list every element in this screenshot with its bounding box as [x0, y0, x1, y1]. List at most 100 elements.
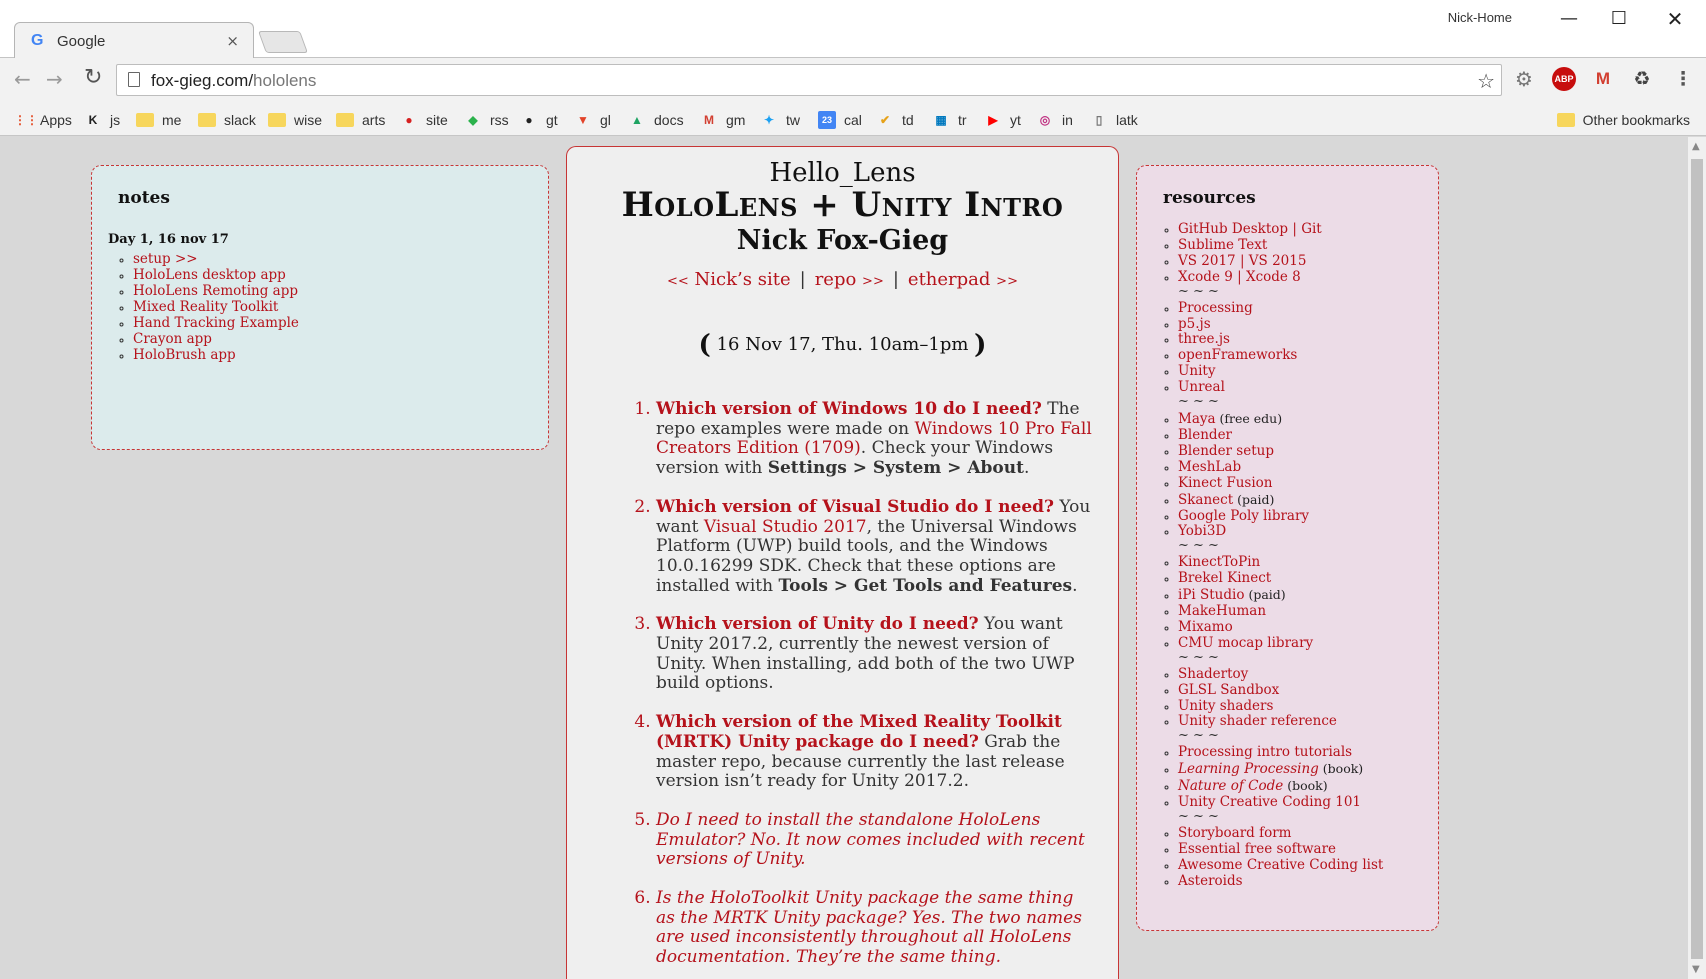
mrtk-link[interactable]: Mixed Reality Toolkit: [859, 712, 1061, 732]
bookmark-slack[interactable]: slack: [198, 108, 256, 132]
resource-link[interactable]: Maya: [1178, 411, 1216, 427]
resource-link[interactable]: Mixamo: [1178, 619, 1233, 635]
bookmark-js[interactable]: Kjs: [84, 108, 120, 132]
close-icon[interactable]: ×: [226, 32, 239, 50]
resource-link[interactable]: MakeHuman: [1178, 603, 1266, 619]
resource-link[interactable]: Brekel Kinect: [1178, 570, 1271, 586]
notes-link[interactable]: Crayon app: [133, 331, 212, 347]
scrollbar-thumb[interactable]: [1691, 159, 1703, 959]
resource-link[interactable]: Nature of Code: [1178, 778, 1283, 794]
notes-link[interactable]: setup >>: [133, 251, 198, 267]
notes-link[interactable]: HoloBrush app: [133, 347, 236, 363]
maximize-button[interactable]: ☐: [1596, 4, 1642, 34]
faq-link[interactable]: Visual Studio 2017: [704, 517, 867, 537]
etherpad-link[interactable]: etherpad >>: [908, 269, 1018, 290]
close-window-button[interactable]: ✕: [1652, 4, 1698, 34]
resource-link[interactable]: Essential free software: [1178, 841, 1336, 857]
list-item: Unity: [1178, 363, 1383, 380]
resource-link[interactable]: GLSL Sandbox: [1178, 682, 1279, 698]
bookmark-me[interactable]: me: [136, 108, 181, 132]
bookmark-Apps[interactable]: ⋮⋮ Apps: [14, 108, 72, 132]
resource-link[interactable]: VS 2017: [1178, 253, 1236, 269]
back-arrow-icon[interactable]: ←: [14, 67, 31, 91]
bookmark-rss[interactable]: ◆ rss: [464, 108, 508, 132]
notes-link[interactable]: HoloLens desktop app: [133, 267, 286, 283]
list-item: iPi Studio (paid): [1178, 587, 1383, 604]
adblock-icon[interactable]: ABP: [1552, 67, 1576, 91]
resource-link[interactable]: Asteroids: [1178, 873, 1243, 889]
resource-link[interactable]: Git: [1301, 221, 1322, 237]
resource-link[interactable]: Skanect: [1178, 492, 1233, 508]
resource-link[interactable]: Unreal: [1178, 379, 1225, 395]
settings-extension-icon[interactable]: ⚙: [1512, 67, 1536, 91]
resource-link[interactable]: Unity: [1178, 363, 1215, 379]
resource-link[interactable]: GitHub Desktop: [1178, 221, 1288, 237]
bookmark-site[interactable]: ● site: [400, 108, 447, 132]
bookmark-td[interactable]: ✔ td: [876, 108, 914, 132]
notes-link[interactable]: Hand Tracking Example: [133, 315, 299, 331]
nicks-site-link[interactable]: << Nick’s site: [667, 269, 791, 290]
reload-icon[interactable]: ↻: [84, 65, 102, 90]
notes-link[interactable]: HoloLens Remoting app: [133, 283, 298, 299]
resource-link[interactable]: openFrameworks: [1178, 347, 1297, 363]
folder-icon: [336, 113, 354, 127]
bookmark-tr[interactable]: ▦ tr: [932, 108, 966, 132]
profile-name[interactable]: Nick-Home: [1448, 10, 1512, 25]
address-bar[interactable]: fox-gieg.com/hololens ☆: [116, 64, 1502, 96]
tab-google[interactable]: G Google ×: [14, 22, 254, 59]
repo-link[interactable]: repo >>: [815, 269, 884, 290]
bookmark-docs[interactable]: ▲ docs: [628, 108, 684, 132]
bookmark-arts[interactable]: arts: [336, 108, 385, 132]
bookmark-cal[interactable]: 23 cal: [818, 108, 862, 132]
url-text[interactable]: fox-gieg.com/hololens: [151, 71, 316, 91]
new-tab-button[interactable]: [257, 31, 309, 53]
resource-link[interactable]: p5.js: [1178, 316, 1211, 332]
resource-link[interactable]: KinectToPin: [1178, 554, 1260, 570]
resource-link[interactable]: three.js: [1178, 331, 1230, 347]
resource-link[interactable]: Processing intro tutorials: [1178, 744, 1352, 760]
bookmark-gm[interactable]: Mgm: [700, 108, 745, 132]
resource-link[interactable]: MeshLab: [1178, 459, 1241, 475]
bookmark-wise[interactable]: wise: [268, 108, 322, 132]
resource-link[interactable]: CMU mocap library: [1178, 635, 1313, 651]
resource-link[interactable]: Kinect Fusion: [1178, 475, 1273, 491]
page-info-icon[interactable]: [128, 72, 140, 87]
page-scrollbar[interactable]: ▲ ▼: [1688, 137, 1706, 979]
resource-link[interactable]: Xcode 8: [1246, 269, 1301, 285]
resource-link[interactable]: Sublime Text: [1178, 237, 1267, 253]
list-item: Processing intro tutorials: [1178, 744, 1383, 761]
bookmark-in[interactable]: ◎ in: [1036, 108, 1073, 132]
recycle-extension-icon[interactable]: ♻: [1630, 67, 1654, 91]
bookmark-gt[interactable]: ● gt: [520, 108, 557, 132]
resource-link[interactable]: Unity shaders: [1178, 698, 1273, 714]
resource-link[interactable]: Unity shader reference: [1178, 713, 1337, 730]
resource-link[interactable]: iPi Studio: [1178, 587, 1244, 603]
resource-link[interactable]: VS 2015: [1249, 253, 1307, 269]
scroll-down-icon[interactable]: ▼: [1692, 964, 1700, 975]
chrome-menu-icon[interactable]: ⋮: [1671, 67, 1695, 91]
resource-link[interactable]: Yobi3D: [1178, 523, 1226, 539]
other-bookmarks[interactable]: Other bookmarks: [1556, 108, 1690, 132]
bookmark-star-icon[interactable]: ☆: [1477, 69, 1495, 93]
resource-link[interactable]: Storyboard form: [1178, 825, 1291, 841]
resource-link[interactable]: Xcode 9: [1178, 269, 1233, 285]
resource-link[interactable]: Blender: [1178, 427, 1232, 443]
bookmark-gl[interactable]: ▼ gl: [574, 108, 611, 132]
resource-link[interactable]: Processing: [1178, 300, 1253, 316]
resource-link[interactable]: Google Poly library: [1178, 508, 1309, 524]
resource-link[interactable]: Unity Creative Coding 101: [1178, 794, 1361, 810]
list-item: Unity shaders: [1178, 698, 1383, 715]
bookmark-yt[interactable]: ▶ yt: [984, 108, 1021, 132]
resource-link[interactable]: Shadertoy: [1178, 666, 1248, 682]
resource-link[interactable]: Blender setup: [1178, 443, 1274, 459]
gmail-extension-icon[interactable]: M: [1591, 67, 1615, 91]
scroll-up-icon[interactable]: ▲: [1692, 141, 1700, 152]
list-separator: ~ ~ ~: [1178, 394, 1219, 410]
resource-link[interactable]: Awesome Creative Coding list: [1178, 857, 1383, 873]
forward-arrow-icon[interactable]: →: [46, 67, 63, 91]
bookmark-latk[interactable]: ▯ latk: [1090, 108, 1138, 132]
resource-link[interactable]: Learning Processing: [1178, 761, 1319, 777]
notes-link[interactable]: Mixed Reality Toolkit: [133, 299, 278, 315]
minimize-button[interactable]: —: [1546, 4, 1592, 34]
bookmark-tw[interactable]: ✦ tw: [760, 108, 800, 132]
